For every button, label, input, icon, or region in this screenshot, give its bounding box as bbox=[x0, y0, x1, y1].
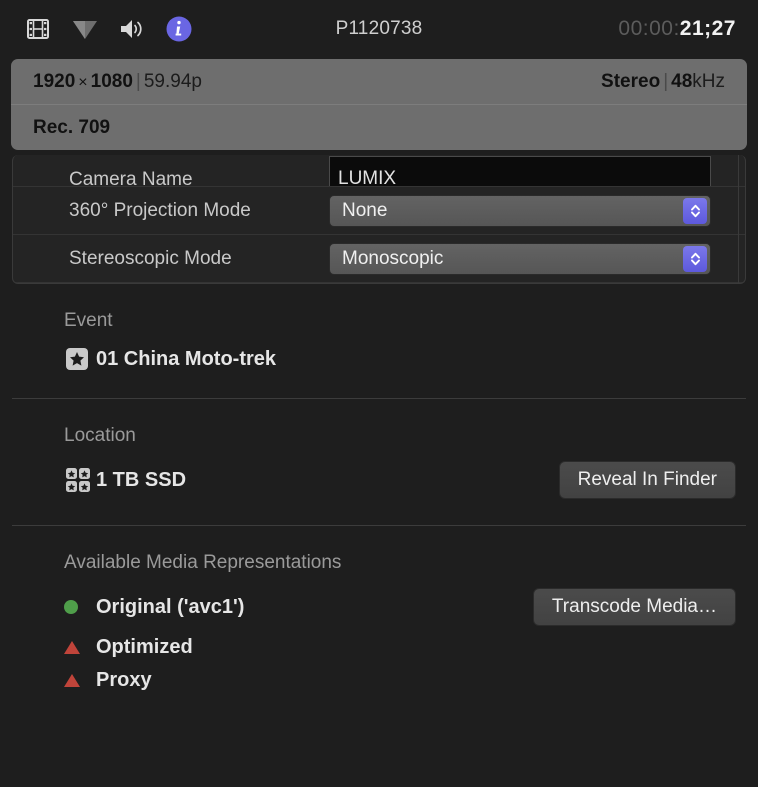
audio-channels: Stereo bbox=[601, 70, 661, 92]
media-representation-row: Proxy bbox=[0, 659, 758, 692]
video-format-summary: 1920 × 1080 | 59.94p bbox=[33, 71, 202, 93]
red-triangle-icon bbox=[64, 641, 96, 654]
projection-mode-value: None bbox=[342, 199, 388, 221]
timecode-active: 21;27 bbox=[679, 17, 736, 40]
camera-name-label: Camera Name bbox=[69, 169, 193, 190]
event-name[interactable]: 01 China Moto-trek bbox=[96, 348, 276, 371]
form-row-projection-mode: 360° Projection Mode None bbox=[13, 187, 745, 235]
toolbar-icon-group bbox=[0, 14, 194, 44]
form-row-camera-name: Camera Name LUMIX bbox=[13, 155, 745, 190]
settings-form-panel: Camera Name LUMIX 360° Projection Mode N… bbox=[12, 155, 746, 284]
media-representation-row: Optimized bbox=[0, 626, 758, 659]
video-divider: | bbox=[135, 70, 141, 92]
chevron-updown-icon[interactable] bbox=[683, 197, 707, 224]
media-representation-label: Original ('avc1') bbox=[96, 595, 245, 618]
color-space: Rec. 709 bbox=[33, 116, 111, 138]
camera-name-value: LUMIX bbox=[338, 168, 397, 186]
media-properties-banner: 1920 × 1080 | 59.94p Stereo | 48kHz Rec. 709 bbox=[11, 59, 747, 150]
media-representation-list: Original ('avc1') Transcode Media… Optim… bbox=[0, 574, 758, 692]
red-triangle-icon bbox=[64, 674, 96, 687]
event-section-title: Event bbox=[64, 310, 113, 331]
timecode-leading: 00:00: bbox=[618, 17, 680, 40]
media-representation-row: Original ('avc1') Transcode Media… bbox=[0, 578, 758, 626]
location-name[interactable]: 1 TB SSD bbox=[96, 469, 186, 492]
event-row: 01 China Moto-trek bbox=[0, 332, 758, 372]
filmstrip-icon[interactable] bbox=[23, 14, 53, 44]
sample-rate-value: 48 bbox=[671, 70, 693, 92]
inspector-toolbar: P1120738 00:00:21;27 bbox=[0, 0, 758, 58]
banner-row-colorspace: Rec. 709 bbox=[11, 105, 747, 150]
frame-rate: 59.94p bbox=[143, 70, 202, 92]
frame-height: 1080 bbox=[90, 70, 133, 92]
green-dot-icon bbox=[64, 600, 96, 614]
location-row: 1 TB SSD Reveal In Finder bbox=[0, 447, 758, 499]
location-section: Location 1 TB SSD Reveal In Finder bbox=[0, 399, 758, 499]
timecode-display: 00:00:21;27 bbox=[618, 17, 736, 41]
form-row-stereoscopic-mode: Stereoscopic Mode Monoscopic bbox=[13, 235, 745, 283]
media-representation-label: Proxy bbox=[96, 669, 152, 691]
location-section-title: Location bbox=[64, 425, 136, 446]
stereoscopic-mode-value: Monoscopic bbox=[342, 247, 444, 269]
sample-rate-unit: kHz bbox=[692, 70, 725, 92]
media-section-title: Available Media Representations bbox=[64, 552, 342, 573]
media-representation-label: Optimized bbox=[96, 636, 193, 658]
dimension-separator-icon: × bbox=[78, 73, 88, 91]
projection-mode-label: 360° Projection Mode bbox=[69, 199, 251, 221]
audio-format-summary: Stereo | 48kHz bbox=[601, 71, 725, 93]
panel-scroll-track[interactable] bbox=[738, 155, 739, 283]
projection-mode-dropdown[interactable]: None bbox=[329, 194, 711, 227]
frame-width: 1920 bbox=[33, 70, 76, 92]
stereoscopic-mode-label: Stereoscopic Mode bbox=[69, 247, 232, 269]
info-icon[interactable] bbox=[164, 14, 194, 44]
chevron-updown-icon[interactable] bbox=[683, 245, 707, 272]
triangle-filter-icon[interactable] bbox=[70, 14, 100, 44]
speaker-icon[interactable] bbox=[117, 14, 147, 44]
media-representations-section: Available Media Representations Original… bbox=[0, 526, 758, 692]
star-badge-icon bbox=[64, 346, 96, 372]
transcode-media-button[interactable]: Transcode Media… bbox=[532, 588, 736, 626]
reveal-in-finder-button[interactable]: Reveal In Finder bbox=[558, 461, 736, 499]
event-section: Event 01 China Moto-trek bbox=[0, 284, 758, 372]
library-grid-icon bbox=[64, 466, 96, 494]
audio-divider: | bbox=[663, 70, 669, 92]
stereoscopic-mode-dropdown[interactable]: Monoscopic bbox=[329, 242, 711, 275]
banner-row-video-audio: 1920 × 1080 | 59.94p Stereo | 48kHz bbox=[11, 59, 747, 105]
camera-name-input[interactable]: LUMIX bbox=[329, 156, 711, 186]
